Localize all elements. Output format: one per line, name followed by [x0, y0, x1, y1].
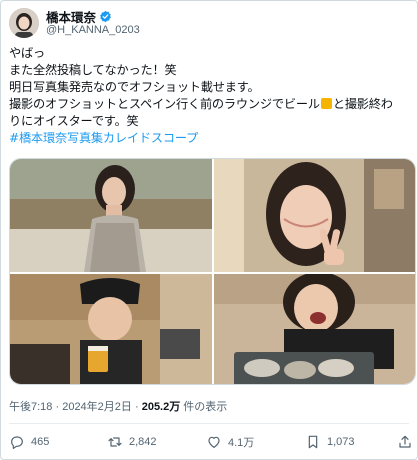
share-button[interactable] [397, 434, 418, 450]
view-count-label: 件の表示 [180, 401, 228, 413]
author-display-name[interactable]: 橋本環奈 [46, 7, 96, 26]
retweet-icon [108, 437, 122, 447]
tweet-line: また全然投稿してなかった！笑 [9, 63, 177, 77]
tweet-text: やばっ また全然投稿してなかった！笑 明日写真集発売なのでオフショット載せます。… [9, 45, 411, 147]
tweet-card: 橋本環奈 @H_KANNA_0203 やばっ また全然投稿してなかった！笑 明日… [0, 0, 418, 460]
avatar[interactable] [9, 8, 39, 38]
tweet-meta: 午後7:18 · 2024年2月2日 · 205.2万 件の表示 [9, 398, 227, 414]
hashtag-link[interactable]: #橋本環奈写真集カレイドスコープ [9, 130, 411, 147]
photo-oysters[interactable] [214, 274, 415, 384]
tweet-line: りにオイスターです。笑 [9, 114, 139, 128]
reply-button[interactable]: 465 [9, 434, 49, 450]
tweet-line-part: と撮影終わ [332, 97, 393, 111]
author-handle[interactable]: @H_KANNA_0203 [46, 24, 140, 36]
media-grid [9, 158, 416, 385]
share-icon [399, 435, 411, 448]
bookmark-button[interactable]: 1,073 [305, 434, 355, 450]
divider [9, 423, 409, 424]
photo-beach-dress[interactable] [10, 159, 212, 272]
verified-badge-icon [100, 10, 111, 22]
retweet-button[interactable]: 2,842 [107, 434, 157, 450]
tweet-line: やばっ [9, 46, 45, 60]
photo-peace-sign[interactable] [214, 159, 415, 272]
reply-icon [11, 436, 23, 449]
author-name-row[interactable]: 橋本環奈 [46, 7, 112, 26]
post-time[interactable]: 午後7:18 [9, 401, 52, 413]
post-date[interactable]: 2024年2月2日 [62, 401, 132, 413]
tweet-line-part: 撮影のオフショットとスペイン行く前のラウンジでビール [9, 97, 320, 111]
retweet-count: 2,842 [129, 436, 157, 448]
like-button[interactable]: 4.1万 [206, 434, 254, 450]
reply-count: 465 [31, 436, 50, 448]
tweet-line-with-emoji: 撮影のオフショットとスペイン行く前のラウンジでビール と撮影終わ [9, 96, 411, 113]
like-count: 4.1万 [228, 437, 255, 449]
beer-emoji-icon [320, 98, 332, 109]
bookmark-icon [308, 435, 318, 449]
meta-separator: · [131, 401, 142, 413]
meta-separator: · [52, 401, 63, 413]
action-bar: 465 2,842 4.1万 1,073 [9, 434, 413, 452]
photo-lounge-beer[interactable] [10, 274, 212, 384]
heart-icon [208, 436, 220, 448]
bookmark-count: 1,073 [327, 436, 355, 448]
tweet-line: 明日写真集発売なのでオフショット載せます。 [9, 80, 260, 94]
view-count: 205.2万 [141, 401, 181, 413]
